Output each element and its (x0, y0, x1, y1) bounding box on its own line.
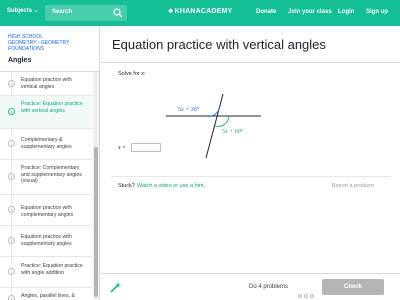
question-prompt: Solve for x: (118, 71, 146, 77)
subjects-label: Subjects (7, 8, 33, 14)
problem-count: Do 4 problems (249, 284, 289, 290)
chevron-down-icon: ⌵ (34, 8, 38, 14)
stuck-label: Stuck? (118, 183, 135, 189)
search-input[interactable]: Search (52, 9, 72, 15)
lesson-item-label: Practice: Equation practice with vertica… (21, 101, 83, 114)
play-icon (8, 237, 15, 244)
lesson-item-comp-supp-practice[interactable]: Practice: Complementary and supplementar… (0, 160, 92, 195)
donate-link[interactable]: Donate (256, 9, 276, 15)
join-class-link[interactable]: Join your class (288, 9, 332, 15)
lesson-item-vertical-angles-practice[interactable]: Practice: Equation practice with vertica… (0, 96, 92, 129)
khan-academy-logo[interactable]: ❖KHANACADEMY (168, 8, 232, 15)
breadcrumb: HIGH SCHOOL GEOMETRY › GEOMETRY FOUNDATI… (8, 34, 96, 52)
answer-label: x = (118, 145, 127, 151)
lesson-item-vertical-angles-video[interactable]: Equation practice with vertical angles (0, 72, 92, 96)
play-icon (8, 206, 15, 213)
play-icon (8, 140, 15, 147)
play-icon (8, 295, 15, 300)
check-button[interactable]: Check (322, 279, 384, 295)
practice-icon (8, 268, 15, 275)
progress-dot (304, 294, 308, 298)
signup-link[interactable]: Sign up (366, 9, 388, 15)
lesson-item-complementary-equation[interactable]: Equation practice with complementary ang… (0, 195, 92, 226)
progress-dot (310, 294, 314, 298)
bottom-angle-label: 5x + 60° (222, 128, 244, 135)
vertical-angles-diagram: 5x + 36° 5x + 60° (166, 93, 261, 159)
lesson-list: Equation practice with vertical angles P… (0, 71, 99, 300)
title-divider (101, 62, 400, 63)
exercise-footer: Do 4 problems Check (101, 273, 400, 300)
top-navigation-bar: Subjects ⌵ Search ❖KHANACADEMY Donate Joi… (0, 0, 400, 26)
page-title: Equation practice with vertical angles (112, 37, 326, 52)
practice-icon (8, 173, 15, 180)
lesson-item-label: Equation practice with complementary ang… (21, 205, 74, 218)
subjects-menu[interactable]: Subjects ⌵ (7, 8, 38, 14)
play-icon (8, 80, 15, 87)
progress-dot (298, 294, 302, 298)
lesson-item-label: Practice: Equation practice with angle a… (21, 263, 83, 276)
answer-input[interactable] (131, 143, 161, 152)
report-problem-link[interactable]: Report a problem (332, 183, 375, 189)
top-angle-label: 5x + 36° (178, 106, 200, 113)
search-icon[interactable] (113, 8, 123, 18)
login-link[interactable]: Login (338, 9, 354, 15)
lesson-item-label: Equation practice with supplementary ang… (21, 234, 72, 247)
lesson-item-label: Complementary & supplementary angles (21, 137, 72, 150)
sparkle-icon (110, 282, 122, 293)
hint-divider (111, 176, 391, 177)
sidebar-section-title: Angles (8, 57, 32, 64)
hint-link[interactable]: Watch a video or use a hint. (137, 183, 205, 189)
lesson-item-parallel-lines[interactable]: Angles, parallel lines, & (0, 288, 92, 300)
practice-icon (8, 108, 15, 115)
sidebar: HIGH SCHOOL GEOMETRY › GEOMETRY FOUNDATI… (0, 26, 100, 300)
exercise-panel: Equation practice with vertical angles S… (101, 26, 400, 300)
lesson-item-supplementary-equation[interactable]: Equation practice with supplementary ang… (0, 226, 92, 257)
logo-text: KHANACADEMY (174, 8, 233, 15)
lesson-item-angle-addition-practice[interactable]: Practice: Equation practice with angle a… (0, 257, 92, 288)
lesson-item-label: Practice: Complementary and supplementar… (21, 165, 82, 185)
lesson-item-label: Equation practice with vertical angles (21, 77, 72, 90)
lesson-item-comp-supp-angles[interactable]: Complementary & supplementary angles (0, 129, 92, 160)
search-box[interactable]: Search (45, 5, 127, 21)
lesson-item-label: Angles, parallel lines, & (21, 293, 75, 299)
progress-dots (298, 285, 316, 300)
sidebar-scrollbar-thumb[interactable] (94, 147, 98, 297)
leaf-icon: ❖ (168, 9, 174, 15)
